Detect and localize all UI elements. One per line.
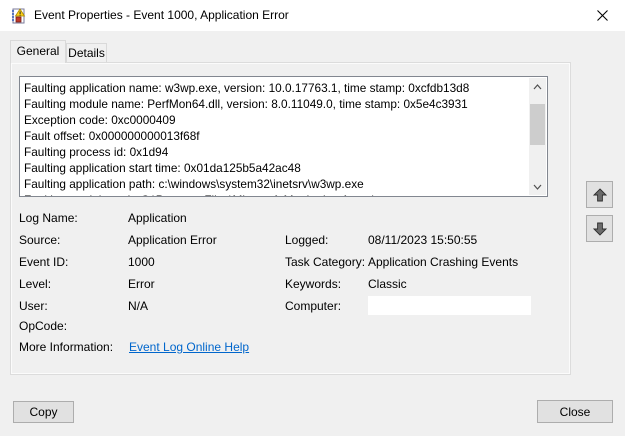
title-bar: Event Properties - Event 1000, Applicati… — [0, 0, 625, 31]
log-name-label: Log Name: — [19, 211, 78, 227]
opcode-label: OpCode: — [19, 319, 67, 335]
event-text-line: Faulting process id: 0x1d94 — [24, 144, 529, 160]
previous-event-button[interactable] — [586, 181, 613, 208]
user-value: N/A — [128, 299, 148, 315]
close-icon[interactable] — [580, 0, 625, 31]
source-label: Source: — [19, 233, 60, 249]
logged-value: 08/11/2023 15:50:55 — [368, 233, 477, 249]
event-text-line: Fault offset: 0x000000000013f68f — [24, 128, 529, 144]
close-button[interactable]: Close — [537, 400, 613, 423]
level-label: Level: — [19, 277, 51, 293]
arrow-up-icon — [593, 188, 607, 202]
event-text-line: Faulting application path: c:\windows\sy… — [24, 176, 529, 192]
event-log-icon — [10, 8, 26, 24]
event-text-line: Faulting application start time: 0x01da1… — [24, 160, 529, 176]
next-event-button[interactable] — [586, 215, 613, 242]
event-log-online-help-link[interactable]: Event Log Online Help — [129, 340, 249, 356]
event-id-label: Event ID: — [19, 255, 68, 271]
event-text-line: Faulting module path: C:\Program Files\M… — [24, 192, 529, 196]
copy-button[interactable]: Copy — [13, 401, 74, 423]
general-tab-panel: Faulting application name: w3wp.exe, ver… — [10, 62, 571, 375]
event-text-line: Faulting module name: PerfMon64.dll, ver… — [24, 96, 529, 112]
source-value: Application Error — [128, 233, 217, 249]
more-information-label: More Information: — [19, 340, 113, 356]
event-text-line: Exception code: 0xc0000409 — [24, 112, 529, 128]
logged-label: Logged: — [285, 233, 328, 249]
level-value: Error — [128, 277, 155, 293]
event-description-text: Faulting application name: w3wp.exe, ver… — [20, 77, 529, 196]
keywords-value: Classic — [368, 277, 407, 293]
tab-general[interactable]: General — [10, 40, 66, 63]
event-description-box[interactable]: Faulting application name: w3wp.exe, ver… — [19, 76, 548, 197]
computer-value-redacted — [368, 296, 531, 315]
vertical-scrollbar[interactable] — [529, 78, 546, 195]
tab-details[interactable]: Details — [66, 43, 107, 62]
task-category-value: Application Crashing Events — [368, 255, 518, 271]
log-name-value: Application — [128, 211, 187, 227]
scrollbar-thumb[interactable] — [530, 104, 545, 145]
scroll-up-icon[interactable] — [529, 78, 546, 95]
user-label: User: — [19, 299, 48, 315]
arrow-down-icon — [593, 222, 607, 236]
window-title: Event Properties - Event 1000, Applicati… — [34, 8, 289, 22]
scroll-down-icon[interactable] — [529, 178, 546, 195]
event-text-line: Faulting application name: w3wp.exe, ver… — [24, 80, 529, 96]
computer-label: Computer: — [285, 299, 341, 315]
keywords-label: Keywords: — [285, 277, 341, 293]
event-id-value: 1000 — [128, 255, 155, 271]
task-category-label: Task Category: — [285, 255, 365, 271]
